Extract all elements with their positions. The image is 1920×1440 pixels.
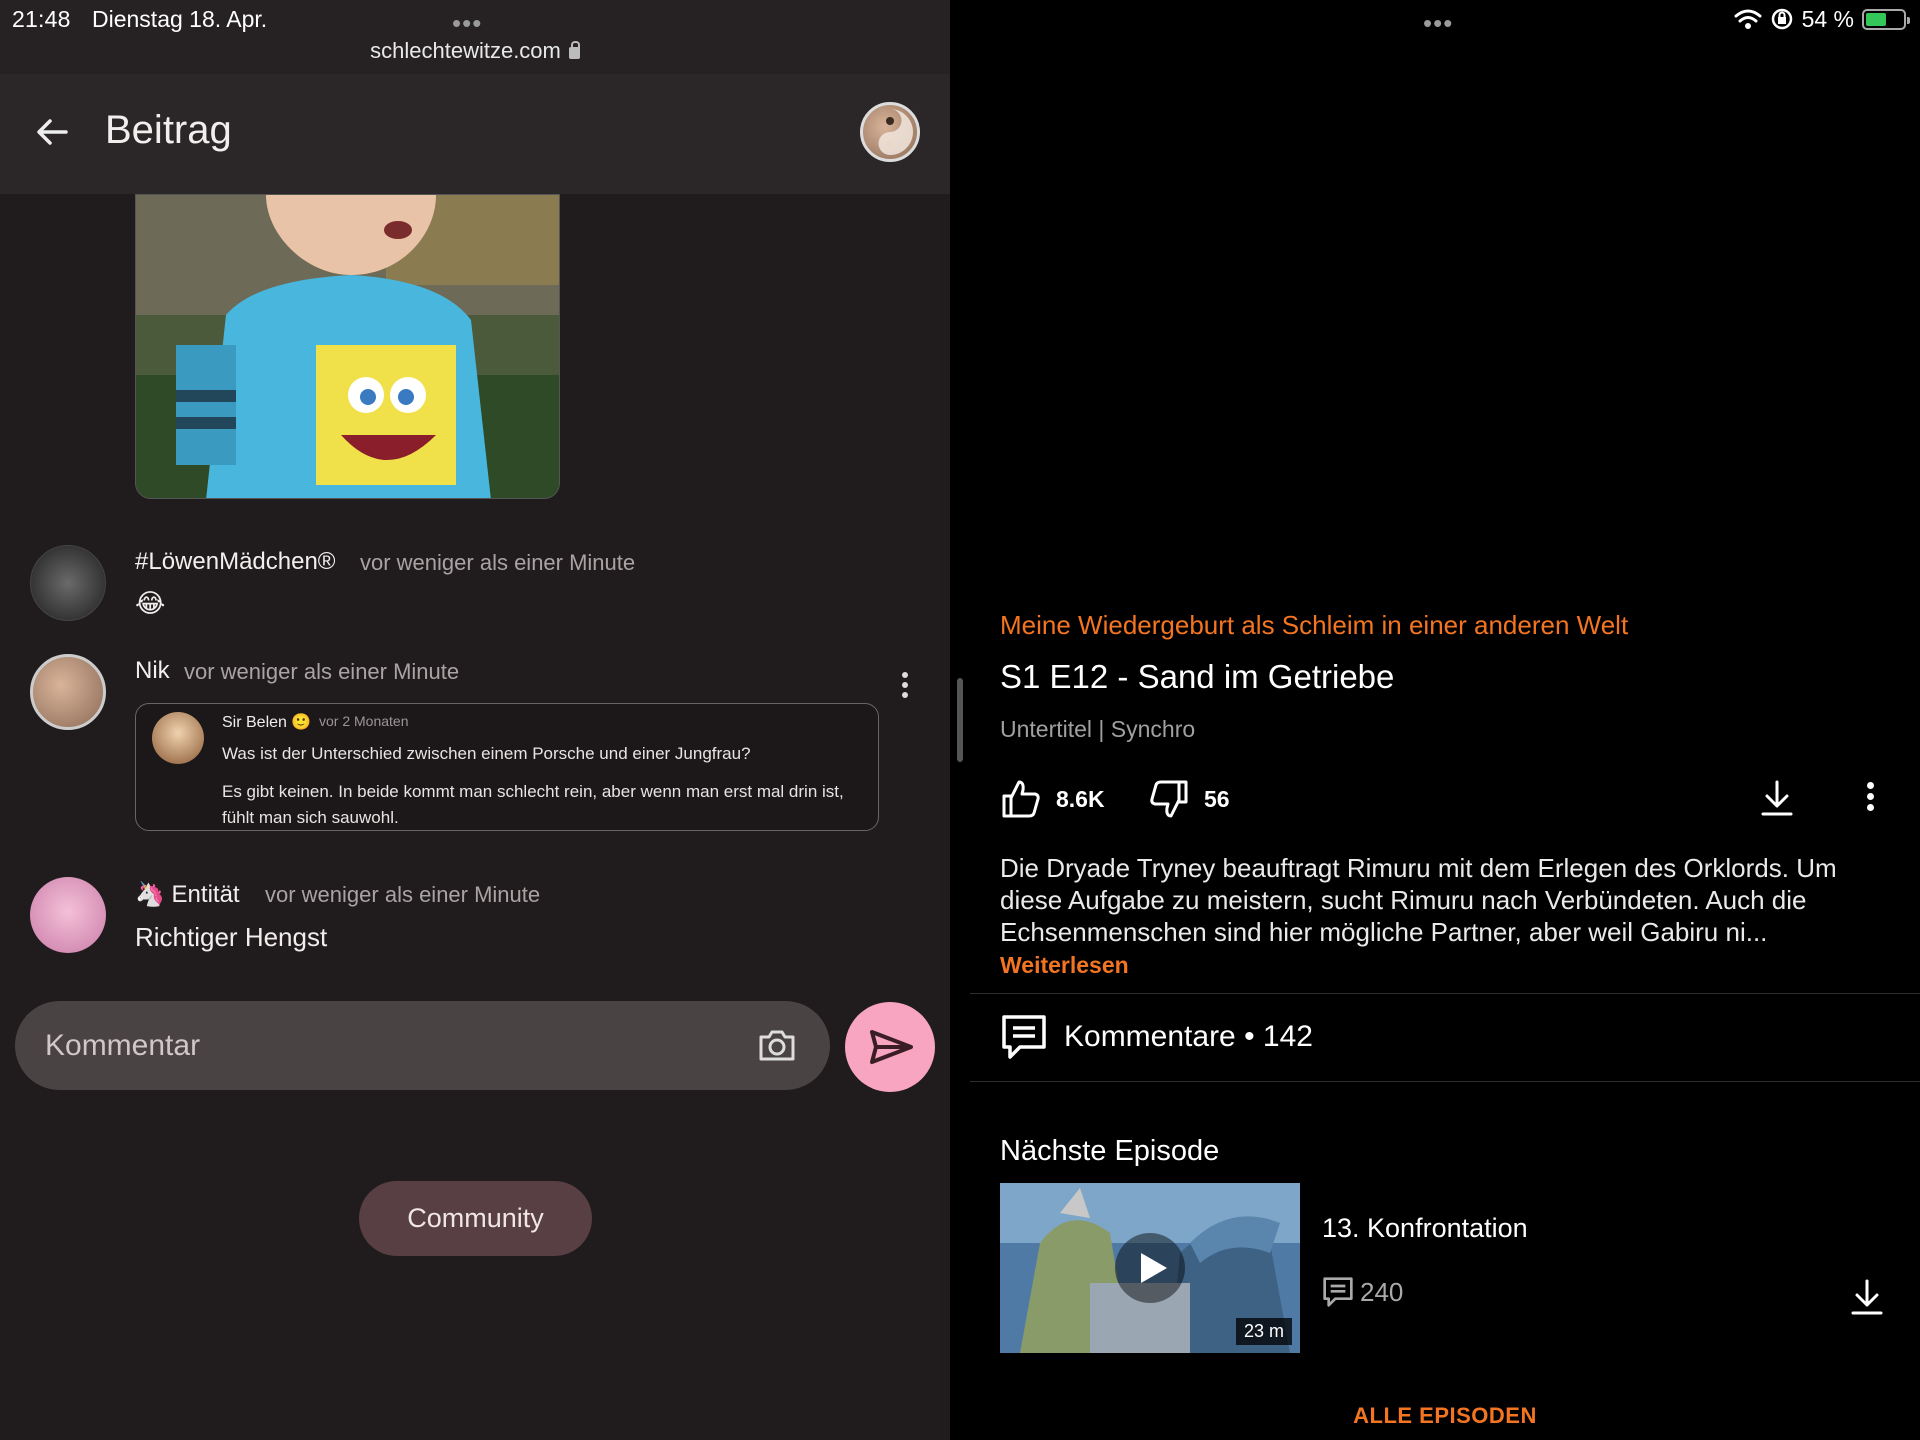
divider-handle[interactable]	[957, 678, 963, 762]
like-button[interactable]: 8.6K	[1000, 778, 1105, 820]
back-arrow-icon[interactable]	[32, 112, 72, 152]
quote-question: Was ist der Unterschied zwischen einem P…	[222, 744, 751, 763]
send-button[interactable]	[845, 1002, 935, 1092]
more-options-icon[interactable]	[1863, 782, 1877, 816]
play-icon[interactable]	[1115, 1233, 1185, 1303]
status-bar: 21:48 Dienstag 18. Apr. ••• schlechtewit…	[0, 0, 950, 74]
quote-time: vor 2 Monaten	[319, 713, 409, 729]
comment-icon	[1002, 1015, 1046, 1059]
like-count: 8.6K	[1056, 785, 1105, 812]
next-episode-comments[interactable]: 240	[1322, 1276, 1403, 1308]
commenter-avatar[interactable]	[30, 654, 106, 730]
next-episode-comment-count: 240	[1360, 1276, 1404, 1307]
quote-answer: Es gibt keinen. In beide kommt man schle…	[222, 782, 844, 827]
yin-yang-icon	[878, 109, 913, 155]
episode-duration: 23 m	[1235, 1318, 1292, 1345]
quote-avatar	[152, 712, 204, 764]
dislike-button[interactable]: 56	[1148, 778, 1230, 820]
commenter-avatar[interactable]	[30, 877, 106, 953]
community-button[interactable]: Community	[359, 1181, 592, 1256]
comment-text: Richtiger Hengst	[135, 922, 328, 952]
quote-author: Sir Belen 🙂	[222, 714, 312, 731]
episode-description: Die Dryade Tryney beauftragt Rimuru mit …	[1000, 852, 1900, 981]
comments-button[interactable]: Kommentare • 142	[1000, 1012, 1313, 1062]
dislike-count: 56	[1204, 785, 1230, 812]
multitask-dots[interactable]: •••	[452, 10, 482, 36]
app-pane: ••• 54 % Meine Wiedergeburt als Schleim …	[970, 0, 1920, 1440]
multitask-dots[interactable]: •••	[1423, 10, 1453, 36]
page-title: Beitrag	[105, 108, 232, 152]
comment-text: 😂	[135, 588, 166, 618]
lock-icon	[568, 41, 580, 59]
more-options-icon[interactable]	[898, 672, 912, 702]
url-bar[interactable]: schlechtewitze.com	[0, 38, 950, 64]
wifi-icon	[1734, 9, 1762, 29]
status-time: 21:48	[12, 6, 71, 32]
quoted-post[interactable]: Sir Belen 🙂 vor 2 Monaten Was ist der Un…	[135, 703, 879, 831]
show-title-link[interactable]: Meine Wiedergeburt als Schleim in einer …	[1000, 610, 1628, 641]
app-bar: Beitrag	[0, 74, 950, 194]
next-episode-thumbnail[interactable]: 23 m	[1000, 1183, 1300, 1353]
divider	[970, 1081, 1920, 1082]
download-icon[interactable]	[1850, 1277, 1884, 1317]
next-episode-heading: Nächste Episode	[1000, 1135, 1220, 1167]
url-text: schlechtewitze.com	[370, 38, 561, 63]
divider	[970, 993, 1920, 994]
commenter-name[interactable]: #LöwenMädchen®	[135, 548, 335, 576]
orientation-lock-icon	[1771, 8, 1792, 30]
read-more-link[interactable]: Weiterlesen	[1000, 952, 1129, 978]
comment-time: vor weniger als einer Minute	[265, 882, 541, 907]
commenter-name[interactable]: 🦄 Entität	[135, 880, 240, 909]
battery-percent: 54 %	[1801, 5, 1854, 32]
browser-pane: 21:48 Dienstag 18. Apr. ••• schlechtewit…	[0, 0, 950, 1440]
status-icons: 54 %	[1734, 4, 1910, 34]
profile-avatar[interactable]	[860, 102, 920, 162]
send-icon	[870, 1030, 913, 1064]
comment-input[interactable]	[45, 1021, 725, 1071]
commenter-avatar[interactable]	[30, 545, 106, 621]
description-text: Die Dryade Tryney beauftragt Rimuru mit …	[1000, 853, 1837, 947]
post-image[interactable]	[135, 194, 560, 499]
camera-icon[interactable]	[757, 1027, 797, 1063]
next-episode-title[interactable]: 13. Konfrontation	[1322, 1213, 1528, 1244]
comment-time: vor weniger als einer Minute	[184, 659, 460, 684]
comment-input-container	[15, 1001, 830, 1090]
battery-icon	[1862, 8, 1910, 30]
comment-time: vor weniger als einer Minute	[360, 550, 636, 575]
comments-label: Kommentare • 142	[1064, 1020, 1313, 1053]
comment-icon	[1323, 1277, 1353, 1307]
episode-title: S1 E12 - Sand im Getriebe	[1000, 658, 1395, 695]
status-date: Dienstag 18. Apr.	[92, 6, 268, 32]
download-icon[interactable]	[1760, 778, 1794, 818]
commenter-name[interactable]: Nik	[135, 657, 170, 685]
all-episodes-link[interactable]: ALLE EPISODEN	[970, 1403, 1920, 1429]
split-view-divider[interactable]	[950, 0, 970, 1440]
thumbs-down-icon	[1150, 780, 1188, 818]
episode-meta: Untertitel | Synchro	[1000, 716, 1196, 742]
thumbs-up-icon	[1002, 780, 1040, 818]
